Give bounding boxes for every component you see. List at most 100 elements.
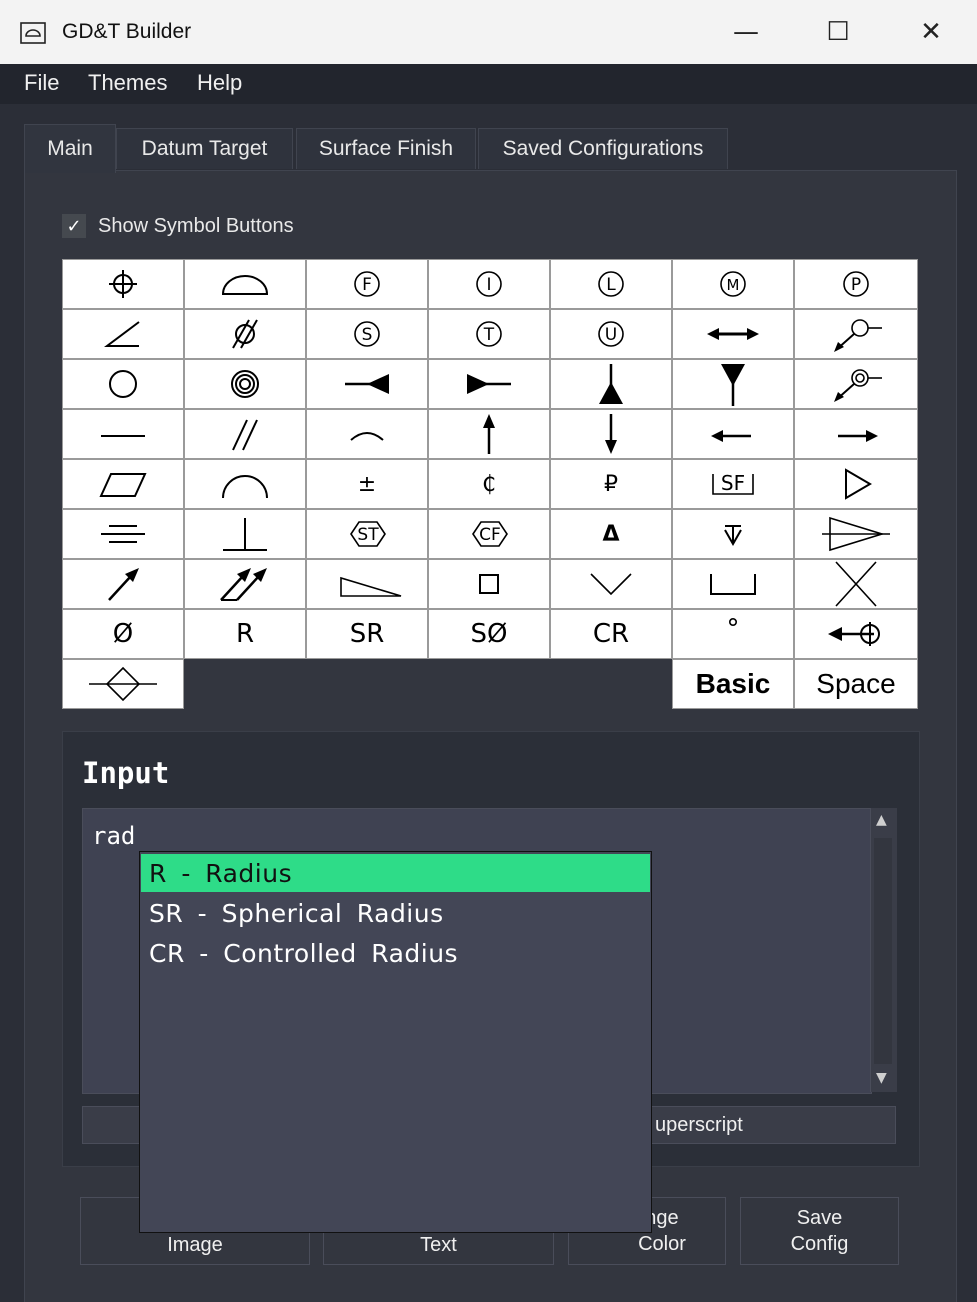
datum-right-button[interactable] xyxy=(428,359,550,409)
total-runout-button[interactable] xyxy=(184,559,306,609)
cylindricity-button[interactable] xyxy=(184,309,306,359)
arrow-right-button[interactable] xyxy=(794,409,918,459)
arrow-down-button[interactable] xyxy=(550,409,672,459)
degree-button[interactable]: ° xyxy=(672,609,794,659)
circle-u-text: U xyxy=(605,325,617,345)
statistical-button[interactable]: S xyxy=(306,309,428,359)
scroll-track[interactable] xyxy=(874,838,892,1064)
straightness-icon xyxy=(101,435,145,437)
continuous-feature-button[interactable]: CF xyxy=(428,509,550,559)
arrow-down-icon xyxy=(605,414,617,454)
basic-button[interactable]: Basic xyxy=(672,659,794,709)
diameter-button[interactable]: Ø xyxy=(62,609,184,659)
lmc-button[interactable]: L xyxy=(550,259,672,309)
profile-surface-button[interactable] xyxy=(184,259,306,309)
space-button[interactable]: Space xyxy=(794,659,918,709)
perpendicularity-button[interactable] xyxy=(184,509,306,559)
free-state-icon: F xyxy=(354,271,380,297)
projected-tolerance-button[interactable]: P xyxy=(794,259,918,309)
tab-surface-finish[interactable]: Surface Finish xyxy=(296,128,476,169)
menu-themes[interactable]: Themes xyxy=(88,70,167,96)
datum-triangle-up-icon xyxy=(599,364,623,404)
spherical-diameter-button[interactable]: SØ xyxy=(428,609,550,659)
datum-triangle-right-icon xyxy=(467,374,511,394)
radius-button[interactable]: R xyxy=(184,609,306,659)
autocomplete-item-radius[interactable]: R - Radius xyxy=(141,854,650,892)
independency-button[interactable]: I xyxy=(428,259,550,309)
tab-saved-configurations[interactable]: Saved Configurations xyxy=(478,128,728,169)
surface-finish-button[interactable]: SF xyxy=(672,459,794,509)
tab-main[interactable]: Main xyxy=(24,124,116,173)
mmc-button[interactable]: M xyxy=(672,259,794,309)
maximize-button[interactable]: ☐ xyxy=(792,0,884,64)
depth-button[interactable] xyxy=(672,509,794,559)
circle-m-text: M xyxy=(727,276,740,294)
datum-up-button[interactable] xyxy=(550,359,672,409)
textarea-scrollbar[interactable]: ▲ ▼ xyxy=(870,808,897,1092)
diamond-line-icon xyxy=(89,666,157,702)
position-symbol-button[interactable] xyxy=(62,259,184,309)
controlled-radius-button[interactable]: CR xyxy=(550,609,672,659)
flatness-button[interactable] xyxy=(62,459,184,509)
save-config-button[interactable]: Save Config xyxy=(740,1197,899,1265)
straightness-button[interactable] xyxy=(62,409,184,459)
datum-target-leader-icon xyxy=(834,319,882,352)
unequal-bilateral-button[interactable]: U xyxy=(550,309,672,359)
concentricity-button[interactable] xyxy=(184,359,306,409)
between-button[interactable] xyxy=(672,309,794,359)
square-icon xyxy=(479,574,499,594)
show-symbols-label: Show Symbol Buttons xyxy=(98,215,294,237)
countersink-button[interactable] xyxy=(550,559,672,609)
triangle-right-button[interactable] xyxy=(794,459,918,509)
show-symbols-checkbox[interactable]: ✓ xyxy=(62,214,86,238)
arc-icon xyxy=(222,475,268,499)
x-icon xyxy=(835,561,877,607)
input-text-value[interactable]: rad xyxy=(92,822,135,850)
square-button[interactable] xyxy=(428,559,550,609)
profile-line-arc-button[interactable] xyxy=(184,459,306,509)
menu-file[interactable]: File xyxy=(24,70,59,96)
statistical-tolerance-button[interactable]: ST xyxy=(306,509,428,559)
sf-icon: SF xyxy=(712,471,754,495)
scroll-up-icon[interactable]: ▲ xyxy=(876,812,887,828)
arrow-up-icon xyxy=(483,414,495,454)
menu-help[interactable]: Help xyxy=(197,70,242,96)
circular-runout-button[interactable] xyxy=(62,559,184,609)
datum-target-leader-button[interactable] xyxy=(794,309,918,359)
profile-line-button[interactable] xyxy=(306,409,428,459)
datum-left-button[interactable] xyxy=(306,359,428,409)
slope-button[interactable] xyxy=(306,559,428,609)
angularity-button[interactable] xyxy=(62,309,184,359)
parallelism-button[interactable] xyxy=(184,409,306,459)
position-icon xyxy=(109,270,137,298)
spherical-radius-button[interactable]: SR xyxy=(306,609,428,659)
delta-button[interactable]: Δ xyxy=(550,509,672,559)
circularity-button[interactable] xyxy=(62,359,184,409)
tangent-plane-button[interactable]: T xyxy=(428,309,550,359)
perpendicularity-icon xyxy=(223,518,267,551)
datum-target-point-button[interactable] xyxy=(794,609,918,659)
triangle-right-icon xyxy=(845,468,872,500)
datum-target-leader-double-button[interactable] xyxy=(794,359,918,409)
datum-down-button[interactable] xyxy=(672,359,794,409)
plus-minus-button[interactable]: ± xyxy=(306,459,428,509)
x-button[interactable] xyxy=(794,559,918,609)
conical-taper-button[interactable] xyxy=(794,509,918,559)
scroll-down-icon[interactable]: ▼ xyxy=(876,1070,887,1086)
arrow-up-button[interactable] xyxy=(428,409,550,459)
close-button[interactable]: ✕ xyxy=(885,0,977,64)
counterbore-button[interactable] xyxy=(672,559,794,609)
datum-target-diamond-button[interactable] xyxy=(62,659,184,709)
menu-bar: File Themes Help xyxy=(0,64,977,104)
autocomplete-popup: R - Radius SR - Spherical Radius CR - Co… xyxy=(139,851,652,1233)
free-state-button[interactable]: F xyxy=(306,259,428,309)
property-line-button[interactable]: ₽ xyxy=(550,459,672,509)
minimize-button[interactable]: — xyxy=(700,0,792,64)
arrow-left-button[interactable] xyxy=(672,409,794,459)
tab-datum-target[interactable]: Datum Target xyxy=(116,128,293,169)
symmetry-button[interactable] xyxy=(62,509,184,559)
arrow-left-icon xyxy=(711,430,751,442)
autocomplete-item-spherical-radius[interactable]: SR - Spherical Radius xyxy=(141,894,650,932)
centerline-button[interactable]: ₵ xyxy=(428,459,550,509)
autocomplete-item-controlled-radius[interactable]: CR - Controlled Radius xyxy=(141,934,650,972)
